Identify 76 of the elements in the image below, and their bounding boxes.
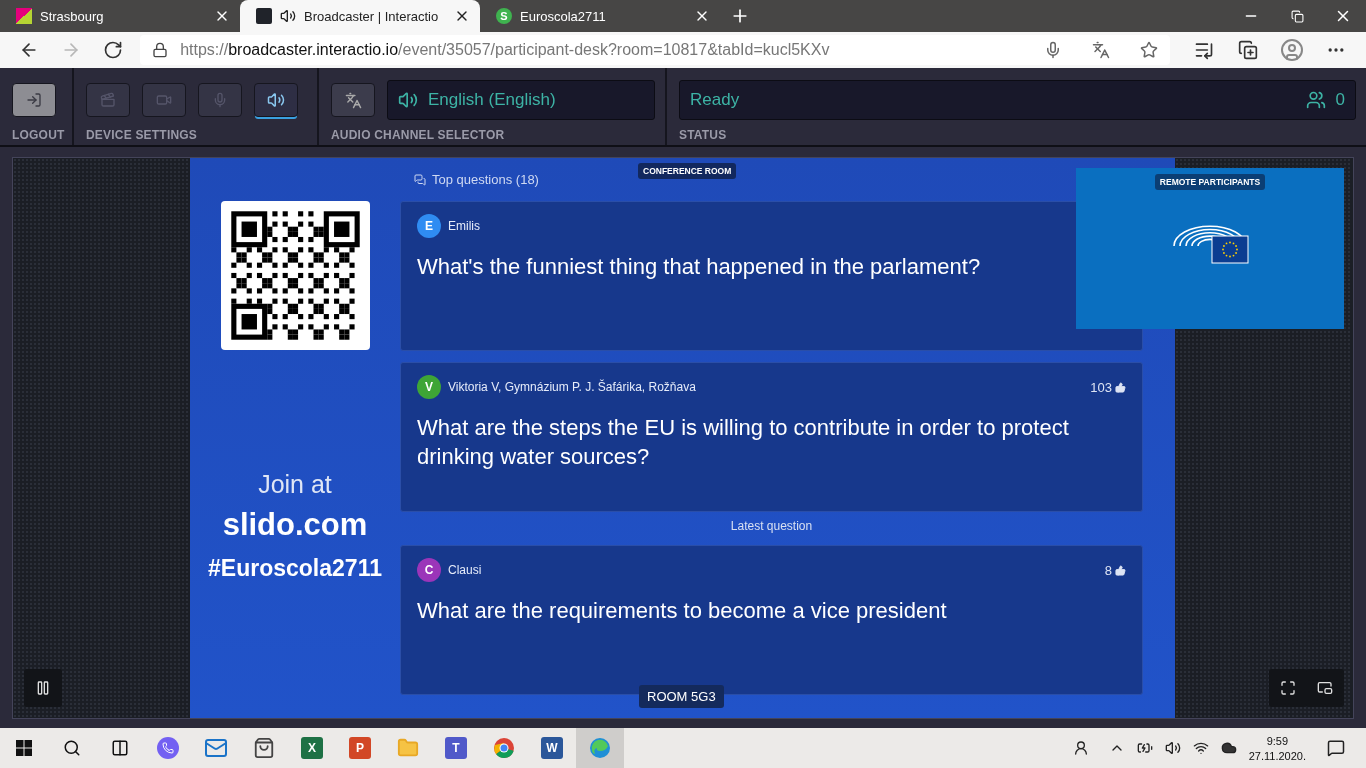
room-badge: CONFERENCE ROOM — [638, 163, 737, 179]
clock[interactable]: 9:59 27.11.2020. — [1248, 734, 1306, 762]
logout-icon — [26, 92, 42, 109]
spreadsheet-app-icon: X — [301, 737, 323, 759]
author-avatar: V — [417, 375, 441, 399]
status-display: Ready 0 — [679, 80, 1356, 121]
remote-badge: REMOTE PARTICIPANTS — [1154, 174, 1266, 190]
fullscreen-icon — [1280, 680, 1296, 696]
presentation-app-icon: P — [349, 737, 371, 759]
taskbar-app[interactable]: T — [432, 728, 480, 768]
store-icon — [253, 737, 275, 759]
logout-button[interactable] — [12, 83, 56, 118]
section-label: AUDIO CHANNEL SELECTOR — [331, 128, 505, 143]
participant-count: 0 — [1335, 90, 1345, 111]
questions-heading: Top questions (18) — [432, 172, 539, 187]
hashtag-text: #Euroscola2711 — [208, 555, 382, 582]
browser-app-icon — [493, 737, 515, 759]
channel-display[interactable]: English (English) — [387, 80, 655, 121]
browser-tab[interactable]: Strasbourg — [0, 0, 240, 32]
participants-icon — [1305, 90, 1326, 111]
browser-app-icon — [589, 737, 611, 759]
like-count: 8 — [1104, 562, 1112, 578]
author-avatar: C — [417, 558, 441, 582]
thumbs-up-icon — [1115, 381, 1126, 393]
author-avatar: E — [417, 214, 441, 238]
section-label: DEVICE SETTINGS — [86, 128, 198, 143]
question-text: What are the steps the EU is willing to contribute in order to protect drinking water sources? — [417, 414, 1070, 471]
translate-icon — [344, 91, 362, 109]
speaker-icon — [267, 91, 285, 110]
author-name: Viktoria V, Gymnázium P. J. Šafárika, Rožňava — [448, 380, 697, 394]
latest-label: Latest question — [729, 519, 814, 535]
pause-icon — [35, 680, 51, 696]
address-field[interactable]: https://broadcaster.interactio.io/event/35057/participant-desk?room=10817&tabId=kucl5KXv — [140, 35, 1171, 66]
site-icon — [256, 8, 272, 24]
chat-app-icon: T — [445, 737, 467, 759]
site-icon — [16, 8, 32, 24]
pause-button[interactable] — [24, 669, 62, 707]
questions-icon — [414, 173, 426, 186]
phone-app-icon — [157, 737, 179, 759]
picture-in-picture-icon — [1317, 680, 1333, 696]
browser-tab[interactable]: Broadcaster | Interactio — [240, 0, 480, 32]
picture-in-picture-button[interactable] — [1306, 669, 1344, 707]
taskbar-app[interactable]: X — [288, 728, 336, 768]
time-text: 9:59 — [1266, 734, 1289, 747]
section-label: STATUS — [679, 128, 727, 143]
site-icon: S — [496, 8, 512, 24]
tab-title: Strasbourg — [40, 8, 105, 24]
date-text: 27.11.2020. — [1248, 749, 1306, 762]
speaker-icon — [398, 90, 418, 111]
thumbs-up-icon — [1115, 564, 1126, 576]
fullscreen-button[interactable] — [1269, 669, 1307, 707]
site-text: slido.com — [222, 507, 368, 543]
star-icon[interactable] — [1140, 41, 1159, 60]
translate-icon[interactable] — [1092, 41, 1111, 60]
author-name: Clausi — [448, 563, 483, 577]
room-name: ROOM 5G3 — [639, 685, 724, 708]
tab-title: Euroscola2711 — [520, 8, 607, 24]
like-count: 103 — [1090, 379, 1112, 395]
question-text: What are the requirements to become a vice president — [417, 597, 948, 625]
tab-title: Broadcaster | Interactio — [304, 8, 440, 24]
mail-icon — [204, 736, 228, 760]
browser-tab[interactable]: S Euroscola2711 — [480, 0, 720, 32]
taskbar-app[interactable]: P — [336, 728, 384, 768]
translate-button[interactable] — [331, 83, 375, 118]
folder-icon — [397, 737, 419, 759]
document-app-icon: W — [541, 737, 563, 759]
microphone-icon — [212, 92, 228, 109]
device-button[interactable] — [254, 83, 298, 118]
question-text: What's the funniest thing that happened in the parlament? — [417, 253, 982, 281]
windows-icon — [16, 740, 32, 756]
screen-icon — [100, 92, 116, 109]
author-name: Emilis — [448, 219, 481, 233]
section-label: LOGOUT — [12, 128, 65, 143]
taskbar-app[interactable]: W — [528, 728, 576, 768]
lock-icon — [152, 42, 169, 59]
join-text: Join at — [258, 470, 332, 499]
